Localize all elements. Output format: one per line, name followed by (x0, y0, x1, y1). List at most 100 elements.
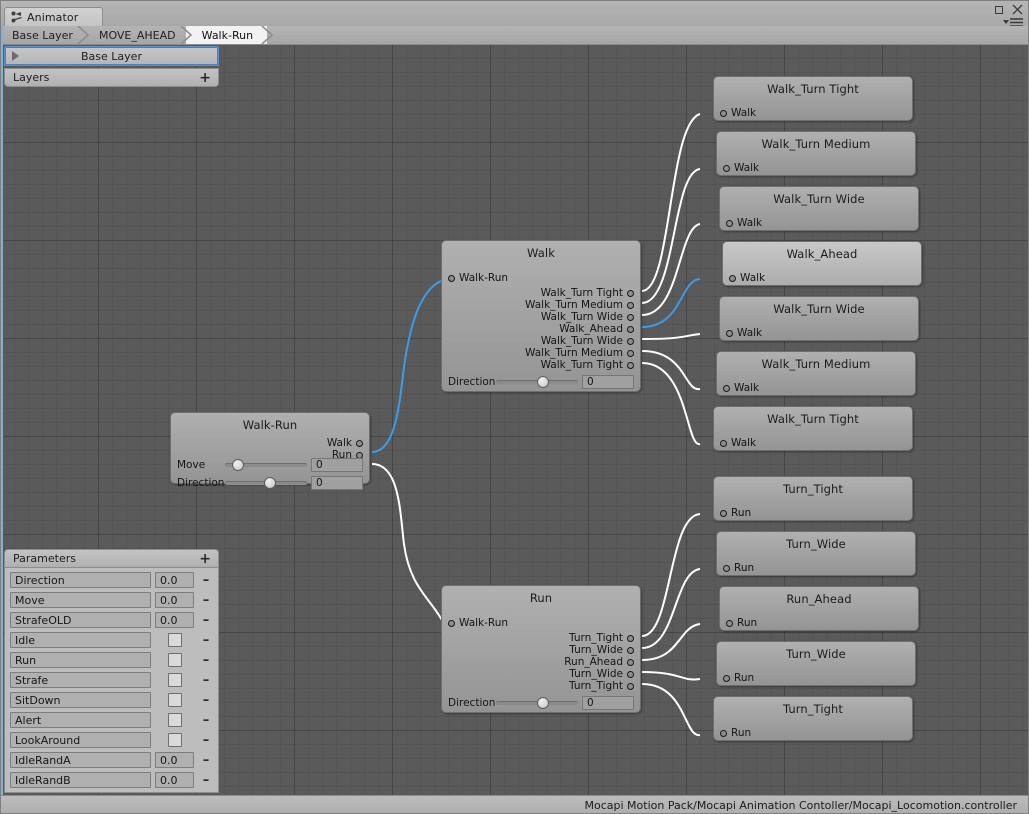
slider-track[interactable] (225, 457, 307, 472)
node-input-run[interactable]: Run (723, 562, 754, 574)
parameter-name[interactable]: Direction (10, 572, 151, 588)
checkbox-icon[interactable] (167, 693, 182, 707)
node-output-walk-turn-tight-1[interactable]: Walk_Turn Tight (541, 287, 634, 299)
node-input-run[interactable]: Run (720, 507, 751, 519)
node-output-turn-tight-2[interactable]: Turn_Tight (569, 680, 634, 692)
remove-parameter-button[interactable]: – (198, 574, 214, 587)
node-run-ahead[interactable]: Run_Ahead Run (719, 586, 919, 631)
slider-track[interactable] (496, 374, 578, 389)
remove-parameter-button[interactable]: – (198, 754, 214, 767)
node-walk-turn-wide-2[interactable]: Walk_Turn Wide Walk (719, 296, 919, 341)
node-walk-ahead[interactable]: Walk_Ahead Walk (722, 241, 922, 286)
parameter-value[interactable]: 0.0 (155, 592, 194, 608)
node-output-walk-turn-wide-1[interactable]: Walk_Turn Wide (541, 311, 634, 323)
slider-track[interactable] (496, 695, 578, 710)
node-input-walk[interactable]: Walk (723, 382, 759, 394)
slider-knob[interactable] (264, 477, 277, 489)
parameter-row[interactable]: SitDown – (5, 690, 218, 710)
parameter-value[interactable]: 0.0 (155, 772, 194, 788)
slider-value[interactable]: 0 (582, 374, 634, 389)
parameter-checkbox[interactable] (155, 632, 194, 648)
remove-parameter-button[interactable]: – (198, 694, 214, 707)
remove-parameter-button[interactable]: – (198, 774, 214, 787)
checkbox-icon[interactable] (167, 733, 182, 747)
slider-direction[interactable]: Direction 0 (448, 695, 634, 710)
node-input-walk[interactable]: Walk (720, 107, 756, 119)
parameter-row[interactable]: Alert – (5, 710, 218, 730)
parameter-row[interactable]: Direction 0.0 – (5, 570, 218, 590)
node-output-walk-turn-medium-1[interactable]: Walk_Turn Medium (525, 299, 634, 311)
maximize-icon[interactable] (995, 5, 1003, 14)
node-walk-turn-tight-2[interactable]: Walk_Turn Tight Walk (713, 406, 913, 451)
parameter-name[interactable]: Move (10, 592, 151, 608)
parameter-row[interactable]: IdleRandB 0.0 – (5, 770, 218, 790)
node-output-run-ahead[interactable]: Run_Ahead (564, 656, 634, 668)
node-input-walk[interactable]: Walk (729, 272, 765, 284)
node-turn-tight-1[interactable]: Turn_Tight Run (713, 476, 913, 521)
checkbox-icon[interactable] (167, 633, 182, 647)
node-input-run[interactable]: Run (720, 727, 751, 739)
parameter-checkbox[interactable] (155, 672, 194, 688)
node-walk[interactable]: Walk Walk-Run Walk_Turn Tight Walk_Turn … (441, 240, 641, 392)
parameter-checkbox[interactable] (155, 652, 194, 668)
parameter-name[interactable]: Alert (10, 712, 151, 728)
slider-knob[interactable] (231, 459, 244, 471)
parameter-value[interactable]: 0.0 (155, 572, 194, 588)
parameter-name[interactable]: LookAround (10, 732, 151, 748)
node-output-walk-turn-wide-2[interactable]: Walk_Turn Wide (541, 335, 634, 347)
node-output-walk-turn-medium-2[interactable]: Walk_Turn Medium (525, 347, 634, 359)
node-run[interactable]: Run Walk-Run Turn_Tight Turn_Wide Run_Ah… (441, 585, 641, 713)
add-parameter-button[interactable]: + (199, 552, 211, 566)
node-walk-turn-tight-1[interactable]: Walk_Turn Tight Walk (713, 76, 913, 121)
checkbox-icon[interactable] (167, 713, 182, 727)
node-input-walk[interactable]: Walk (723, 162, 759, 174)
node-output-walk-ahead[interactable]: Walk_Ahead (559, 323, 634, 335)
node-input-walk-run[interactable]: Walk-Run (448, 272, 508, 284)
parameter-row[interactable]: Move 0.0 – (5, 590, 218, 610)
checkbox-icon[interactable] (167, 673, 182, 687)
node-input-walk[interactable]: Walk (726, 327, 762, 339)
node-output-walk-turn-tight-2[interactable]: Walk_Turn Tight (541, 359, 634, 371)
parameter-row[interactable]: Run – (5, 650, 218, 670)
node-output-turn-wide-2[interactable]: Turn_Wide (569, 668, 634, 680)
layer-row-base-layer[interactable]: Base Layer (4, 46, 219, 66)
slider-direction[interactable]: Direction 0 (177, 475, 363, 490)
node-walk-turn-wide-1[interactable]: Walk_Turn Wide Walk (719, 186, 919, 231)
node-output-walk[interactable]: Walk (327, 437, 363, 449)
remove-parameter-button[interactable]: – (198, 714, 214, 727)
parameter-value[interactable]: 0.0 (155, 612, 194, 628)
node-input-run[interactable]: Run (723, 672, 754, 684)
parameter-name[interactable]: IdleRandA (10, 752, 151, 768)
node-input-walk[interactable]: Walk (720, 437, 756, 449)
parameter-checkbox[interactable] (155, 712, 194, 728)
parameter-row[interactable]: Idle – (5, 630, 218, 650)
close-icon[interactable] (1012, 4, 1023, 15)
slider-direction[interactable]: Direction 0 (448, 374, 634, 389)
remove-parameter-button[interactable]: – (198, 674, 214, 687)
slider-knob[interactable] (537, 376, 549, 388)
node-input-walk-run[interactable]: Walk-Run (448, 617, 508, 629)
remove-parameter-button[interactable]: – (198, 634, 214, 647)
checkbox-icon[interactable] (167, 653, 182, 667)
parameter-row[interactable]: IdleRandA 0.0 – (5, 750, 218, 770)
node-walk-turn-medium-1[interactable]: Walk_Turn Medium Walk (716, 131, 916, 176)
breadcrumb-item-walk-run[interactable]: Walk-Run (185, 26, 274, 44)
tab-animator[interactable]: Animator (4, 7, 103, 26)
parameter-name[interactable]: Idle (10, 632, 151, 648)
parameter-row[interactable]: LookAround – (5, 730, 218, 750)
remove-parameter-button[interactable]: – (198, 594, 214, 607)
slider-value[interactable]: 0 (311, 457, 363, 472)
parameter-row[interactable]: StrafeOLD 0.0 – (5, 610, 218, 630)
parameter-checkbox[interactable] (155, 692, 194, 708)
node-turn-wide-2[interactable]: Turn_Wide Run (716, 641, 916, 686)
parameter-name[interactable]: SitDown (10, 692, 151, 708)
node-output-turn-wide-1[interactable]: Turn_Wide (569, 644, 634, 656)
remove-parameter-button[interactable]: – (198, 734, 214, 747)
parameter-name[interactable]: Run (10, 652, 151, 668)
parameter-checkbox[interactable] (155, 732, 194, 748)
parameter-name[interactable]: StrafeOLD (10, 612, 151, 628)
add-layer-button[interactable]: + (199, 71, 211, 85)
slider-knob[interactable] (537, 697, 549, 709)
parameter-name[interactable]: Strafe (10, 672, 151, 688)
parameter-value[interactable]: 0.0 (155, 752, 194, 768)
